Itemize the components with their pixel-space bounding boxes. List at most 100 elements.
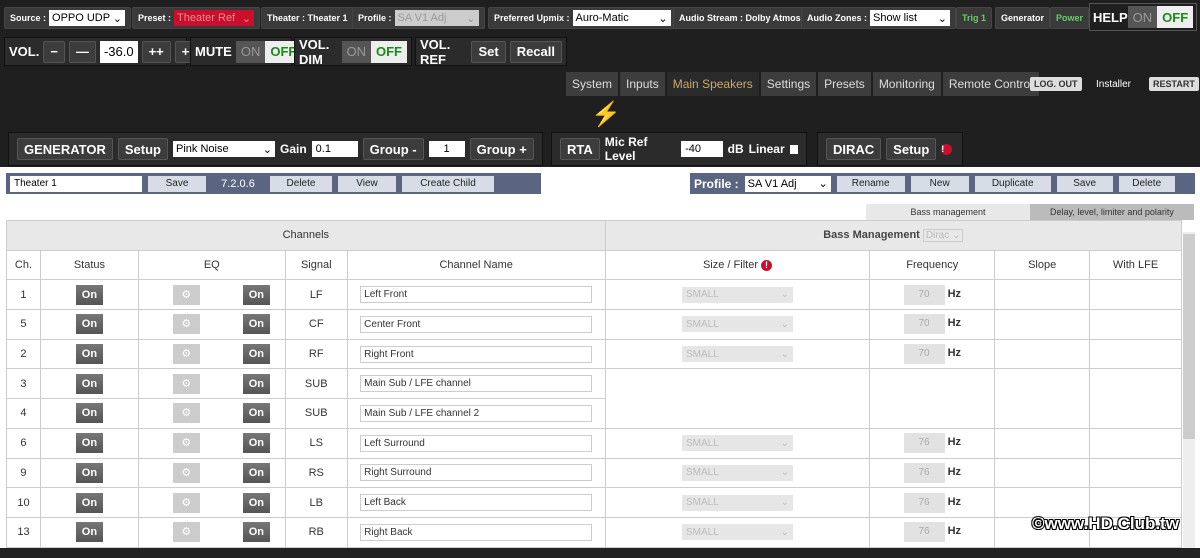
scrollbar[interactable] (1183, 232, 1195, 558)
create-child-button[interactable]: Create Child (402, 175, 494, 192)
upmix-select[interactable]: Auro-Matic ⌄ (572, 10, 671, 26)
tab-system[interactable]: System (566, 72, 619, 96)
channel-name-input[interactable]: Main Sub / LFE channel 2 (360, 404, 593, 422)
size-filter-select[interactable]: SMALL ⌄ (682, 524, 793, 541)
status-toggle[interactable]: On (75, 462, 103, 483)
eq-toggle[interactable]: On (242, 522, 270, 543)
gear-icon[interactable]: ⚙ (172, 344, 200, 365)
channel-name-input[interactable]: Right Front (360, 345, 593, 363)
status-toggle[interactable]: On (75, 522, 103, 543)
tab-main-speakers[interactable]: Main Speakers (666, 72, 759, 96)
gain-input[interactable]: 0.1 (311, 141, 358, 157)
restart-button[interactable]: RESTART (1149, 77, 1199, 91)
gear-icon[interactable]: ⚙ (172, 462, 200, 483)
tab-remote-control[interactable]: Remote Control (942, 72, 1039, 96)
tab-presets[interactable]: Presets (818, 72, 871, 96)
eq-toggle[interactable]: On (242, 284, 270, 305)
theater-view-button[interactable]: View (338, 175, 396, 192)
gear-icon[interactable]: ⚙ (172, 492, 200, 513)
eq-toggle[interactable]: On (242, 433, 270, 454)
volume-down-fast-button[interactable]: — (68, 40, 96, 63)
size-filter-select[interactable]: SMALL ⌄ (682, 494, 793, 511)
channel-name-input[interactable]: Center Front (360, 315, 593, 333)
group-plus-button[interactable]: Group + (469, 138, 534, 160)
profile-rename-button[interactable]: Rename (836, 175, 905, 192)
status-toggle[interactable]: On (75, 344, 103, 365)
eq-toggle[interactable]: On (242, 373, 270, 394)
mic-ref-input[interactable]: -40 (681, 141, 723, 157)
volume-up-fast-button[interactable]: ++ (141, 40, 171, 63)
eq-toggle[interactable]: On (242, 344, 270, 365)
profile-bar-select[interactable]: SA V1 Adj ⌄ (744, 175, 831, 192)
frequency-input[interactable]: 70 (903, 344, 945, 365)
help-toggle[interactable]: ON OFF (1127, 6, 1194, 28)
logout-button[interactable]: LOG. OUT (1030, 77, 1082, 91)
status-toggle[interactable]: On (75, 403, 103, 424)
scrollbar-thumb[interactable] (1183, 234, 1195, 439)
channel-name-input[interactable]: Right Surround (360, 464, 593, 482)
generator-setup-button[interactable]: Setup (117, 138, 168, 160)
status-toggle[interactable]: On (75, 433, 103, 454)
size-filter-select[interactable]: SMALL ⌄ (682, 316, 793, 333)
size-filter-select[interactable]: SMALL ⌄ (682, 286, 793, 303)
theater-save-button[interactable]: Save (148, 175, 206, 192)
gear-icon[interactable]: ⚙ (172, 284, 200, 305)
dirac-setup-button[interactable]: Setup (886, 138, 937, 160)
status-toggle[interactable]: On (75, 492, 103, 513)
zones-select[interactable]: Show list ⌄ (870, 10, 950, 26)
size-filter-select[interactable]: SMALL ⌄ (682, 435, 793, 452)
group-input[interactable]: 1 (428, 141, 465, 157)
gear-icon[interactable]: ⚙ (172, 314, 200, 335)
gear-icon[interactable]: ⚙ (172, 403, 200, 424)
channel-name-input[interactable]: Left Back (360, 494, 593, 512)
status-toggle[interactable]: On (75, 373, 103, 394)
dim-toggle[interactable]: ON OFF (341, 40, 407, 63)
source-select[interactable]: OPPO UDP ⌄ (49, 10, 126, 26)
status-toggle[interactable]: On (75, 284, 103, 305)
eq-toggle[interactable]: On (242, 462, 270, 483)
vol-ref-recall-button[interactable]: Recall (509, 40, 562, 63)
frequency-input[interactable]: 70 (903, 284, 945, 305)
profile-duplicate-button[interactable]: Duplicate (974, 175, 1051, 192)
gear-icon[interactable]: ⚙ (172, 373, 200, 394)
size-filter-select[interactable]: SMALL ⌄ (682, 464, 793, 481)
profile-save-button[interactable]: Save (1056, 175, 1113, 192)
channel-name-input[interactable]: Left Front (360, 286, 593, 304)
channel-name-input[interactable]: Main Sub / LFE channel (360, 375, 593, 393)
gear-icon[interactable]: ⚙ (172, 522, 200, 543)
frequency-input[interactable]: 76 (903, 462, 945, 483)
status-toggle[interactable]: On (75, 314, 103, 335)
frequency-input[interactable]: 76 (903, 522, 945, 543)
frequency-input[interactable]: 76 (903, 492, 945, 513)
eq-toggle[interactable]: On (242, 403, 270, 424)
rta-button[interactable]: RTA (560, 138, 600, 160)
tab-monitoring[interactable]: Monitoring (872, 72, 941, 96)
profile-select[interactable]: SA V1 Adj ⌄ (394, 10, 479, 26)
theater-delete-button[interactable]: Delete (270, 175, 332, 192)
preset-select[interactable]: Theater Ref ⌄ (174, 10, 255, 26)
mute-toggle[interactable]: ON OFF (235, 40, 302, 63)
gear-icon[interactable]: ⚙ (172, 433, 200, 454)
signal-select[interactable]: Pink Noise ⌄ (172, 141, 275, 157)
frequency-input[interactable]: 70 (903, 314, 945, 335)
vol-ref-set-button[interactable]: Set (471, 40, 506, 63)
tab-inputs[interactable]: Inputs (620, 72, 665, 96)
dirac-button[interactable]: DIRAC (826, 138, 882, 160)
linear-checkbox[interactable] (789, 144, 798, 154)
eq-toggle[interactable]: On (242, 492, 270, 513)
theater-name-input[interactable]: Theater 1 (10, 175, 142, 192)
size-filter-select[interactable]: SMALL ⌄ (682, 346, 793, 363)
group-minus-button[interactable]: Group - (362, 138, 424, 160)
eq-toggle[interactable]: On (242, 314, 270, 335)
frequency-input[interactable]: 76 (903, 433, 945, 454)
generator-button[interactable]: GENERATOR (17, 138, 113, 160)
volume-input[interactable]: -36.0 (99, 40, 138, 63)
tab-delay-level[interactable]: Delay, level, limiter and polarity (1030, 204, 1194, 220)
profile-delete-button[interactable]: Delete (1118, 175, 1175, 192)
channel-name-input[interactable]: Left Surround (360, 434, 593, 452)
volume-down-button[interactable]: − (43, 40, 65, 63)
profile-new-button[interactable]: New (910, 175, 969, 192)
tab-settings[interactable]: Settings (760, 72, 817, 96)
tab-bass-management[interactable]: Bass management (866, 204, 1030, 220)
channel-name-input[interactable]: Right Back (360, 523, 593, 541)
